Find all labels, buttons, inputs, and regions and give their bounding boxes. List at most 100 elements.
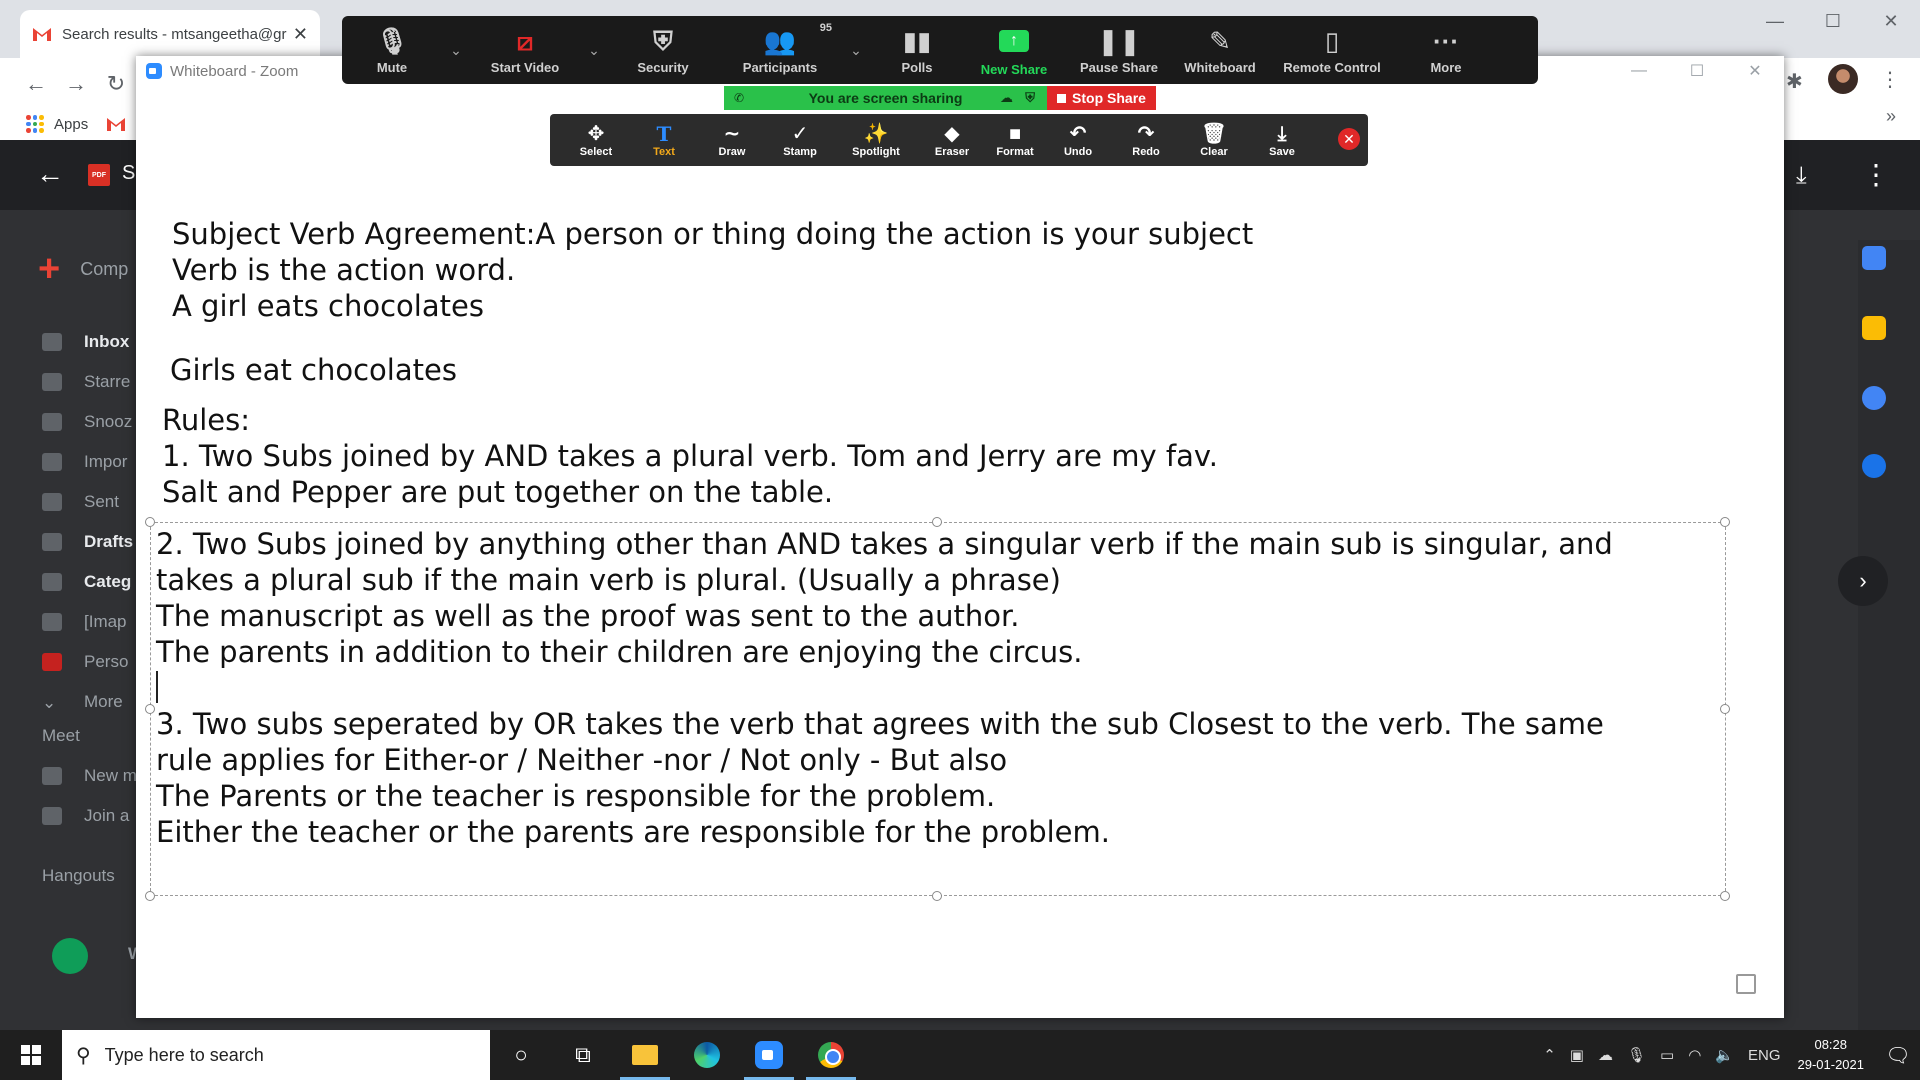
tool-spotlight[interactable]: ✨ Spotlight — [834, 122, 918, 158]
stop-share-button[interactable]: Stop Share — [1047, 86, 1156, 110]
tool-text[interactable]: T Text — [630, 122, 698, 158]
wb-text-line[interactable]: Salt and Pepper are put together on the … — [162, 474, 833, 510]
wb-text-line[interactable]: 2. Two Subs joined by anything other tha… — [156, 526, 1613, 562]
pause-share-button[interactable]: ❚❚ Pause Share — [1064, 16, 1174, 84]
selection-handle[interactable] — [145, 517, 155, 527]
tool-eraser[interactable]: ◆ Eraser — [918, 122, 986, 158]
tab-close-icon[interactable]: ✕ — [293, 24, 308, 45]
sidebar-item-drafts[interactable]: Drafts — [42, 532, 133, 552]
taskbar-edge[interactable] — [676, 1030, 738, 1080]
selection-handle[interactable] — [145, 704, 155, 714]
tool-draw[interactable]: ∼ Draw — [698, 122, 766, 158]
tool-select[interactable]: ✥ Select — [562, 122, 630, 158]
sidebar-item-categories[interactable]: Categ — [42, 572, 131, 592]
security-button[interactable]: ⛨ Security — [608, 16, 718, 84]
wb-text-line[interactable]: The Parents or the teacher is responsibl… — [156, 778, 995, 814]
share-window-icon[interactable] — [1736, 974, 1756, 994]
wb-rules-heading[interactable]: Rules: — [162, 402, 250, 438]
minimize-icon[interactable]: — — [1746, 6, 1804, 36]
wb-text-line[interactable]: The parents in addition to their childre… — [156, 634, 1082, 670]
forward-arrow-icon[interactable]: → — [58, 66, 94, 102]
polls-button[interactable]: ▮▮ Polls — [870, 16, 964, 84]
meet-new-meeting[interactable]: New m — [42, 766, 137, 786]
compose-button[interactable]: + Comp — [38, 250, 128, 288]
wb-text-line[interactable]: takes a plural sub if the main verb is p… — [156, 562, 1061, 598]
bookmarks-overflow-icon[interactable]: » — [1886, 106, 1896, 127]
viewer-more-icon[interactable]: ⋮ — [1862, 158, 1890, 191]
wb-text-line[interactable]: Subject Verb Agreement:A person or thing… — [172, 216, 1253, 252]
mute-button[interactable]: 🎙 Mute — [342, 16, 442, 84]
taskbar-search-box[interactable]: ⚲ Type here to search — [62, 1030, 490, 1080]
wifi-icon[interactable]: ◠ — [1688, 1046, 1701, 1064]
taskbar-chrome[interactable] — [800, 1030, 862, 1080]
calendar-icon[interactable] — [1862, 246, 1886, 270]
tool-clear[interactable]: 🗑 Clear — [1180, 122, 1248, 158]
maximize-icon[interactable]: ☐ — [1668, 56, 1726, 86]
mic-icon[interactable]: 🎙 — [1627, 1046, 1646, 1064]
wb-text-line[interactable]: 3. Two subs seperated by OR takes the ve… — [156, 706, 1604, 742]
task-view-button[interactable]: ⧉ — [552, 1030, 614, 1080]
volume-icon[interactable]: 🔈 — [1715, 1046, 1734, 1064]
wb-text-line[interactable]: Either the teacher or the parents are re… — [156, 814, 1110, 850]
bookmark-apps[interactable]: Apps — [26, 104, 126, 144]
sidebar-item-personal[interactable]: Perso — [42, 652, 128, 672]
viewer-back-icon[interactable]: ← — [36, 158, 64, 190]
wb-text-line[interactable]: The manuscript as well as the proof was … — [156, 598, 1019, 634]
close-whiteboard-icon[interactable]: ✕ — [1338, 128, 1360, 150]
download-icon[interactable]: ⤓ — [1796, 162, 1807, 190]
tray-device-icon[interactable]: ▣ — [1570, 1046, 1584, 1064]
sidebar-item-more[interactable]: ⌄ More — [42, 692, 123, 712]
sidebar-item-sent[interactable]: Sent — [42, 492, 119, 512]
battery-icon[interactable]: ▭ — [1660, 1046, 1674, 1064]
sidebar-item-starred[interactable]: Starre — [42, 372, 130, 392]
tasks-icon[interactable] — [1862, 386, 1886, 410]
onedrive-icon[interactable]: ☁ — [1598, 1046, 1613, 1064]
extensions-icon[interactable]: ✱ — [1786, 69, 1806, 93]
selection-handle[interactable] — [1720, 704, 1730, 714]
wb-text-line[interactable]: A girl eats chocolates — [172, 288, 484, 324]
taskbar-clock[interactable]: 08:28 29-01-2021 — [1798, 1035, 1865, 1075]
selection-handle[interactable] — [1720, 517, 1730, 527]
next-arrow-button[interactable]: › — [1838, 556, 1888, 606]
browser-menu-icon[interactable]: ⋮ — [1880, 67, 1900, 92]
video-options-chevron-icon[interactable]: ⌄ — [580, 42, 608, 59]
minimize-icon[interactable]: — — [1610, 56, 1668, 86]
tool-redo[interactable]: ↷ Redo — [1112, 122, 1180, 158]
tool-stamp[interactable]: ✓ Stamp — [766, 122, 834, 158]
contacts-icon[interactable] — [1862, 454, 1886, 478]
start-button[interactable] — [0, 1030, 62, 1080]
sharing-status[interactable]: ✆ You are screen sharing ☁ ⛨ — [724, 86, 1047, 110]
maximize-icon[interactable]: ☐ — [1804, 6, 1862, 36]
start-video-button[interactable]: ⧄ Start Video — [470, 16, 580, 84]
sidebar-item-imap[interactable]: [Imap — [42, 612, 127, 632]
tool-format[interactable]: ■ Format — [986, 122, 1044, 158]
sidebar-item-important[interactable]: Impor — [42, 452, 127, 472]
sidebar-item-snoozed[interactable]: Snooz — [42, 412, 132, 432]
wb-text-line[interactable]: 1. Two Subs joined by AND takes a plural… — [162, 438, 1218, 474]
selection-handle[interactable] — [932, 891, 942, 901]
sidebar-item-inbox[interactable]: Inbox — [42, 332, 129, 352]
reload-icon[interactable]: ↻ — [98, 66, 134, 102]
selection-handle[interactable] — [1720, 891, 1730, 901]
remote-control-button[interactable]: ▯ Remote Control — [1266, 16, 1398, 84]
browser-tab-gmail[interactable]: Search results - mtsangeetha@gr ✕ — [20, 10, 320, 58]
tool-undo[interactable]: ↶ Undo — [1044, 122, 1112, 158]
keep-icon[interactable] — [1862, 316, 1886, 340]
new-share-button[interactable]: ↑ New Share — [964, 16, 1064, 84]
meet-join-meeting[interactable]: Join a — [42, 806, 129, 826]
tray-chevron-up-icon[interactable]: ⌃ — [1543, 1046, 1556, 1064]
taskbar-file-explorer[interactable] — [614, 1030, 676, 1080]
gmail-bookmark-icon[interactable] — [106, 116, 126, 132]
participants-button[interactable]: 95 👥 Participants — [718, 16, 842, 84]
wb-text-line[interactable]: rule applies for Either-or / Neither -no… — [156, 742, 1007, 778]
audio-options-chevron-icon[interactable]: ⌄ — [442, 42, 470, 59]
cortana-button[interactable]: ○ — [490, 1030, 552, 1080]
wb-text-line[interactable]: Girls eat chocolates — [170, 352, 457, 388]
whiteboard-button[interactable]: ✎ Whiteboard — [1174, 16, 1266, 84]
selection-handle[interactable] — [145, 891, 155, 901]
notification-icon[interactable]: 🗨 — [1876, 1043, 1920, 1068]
taskbar-zoom[interactable] — [738, 1030, 800, 1080]
participants-options-chevron-icon[interactable]: ⌄ — [842, 42, 870, 59]
back-arrow-icon[interactable]: ← — [18, 66, 54, 102]
tool-save[interactable]: ⤓ Save — [1248, 122, 1316, 158]
